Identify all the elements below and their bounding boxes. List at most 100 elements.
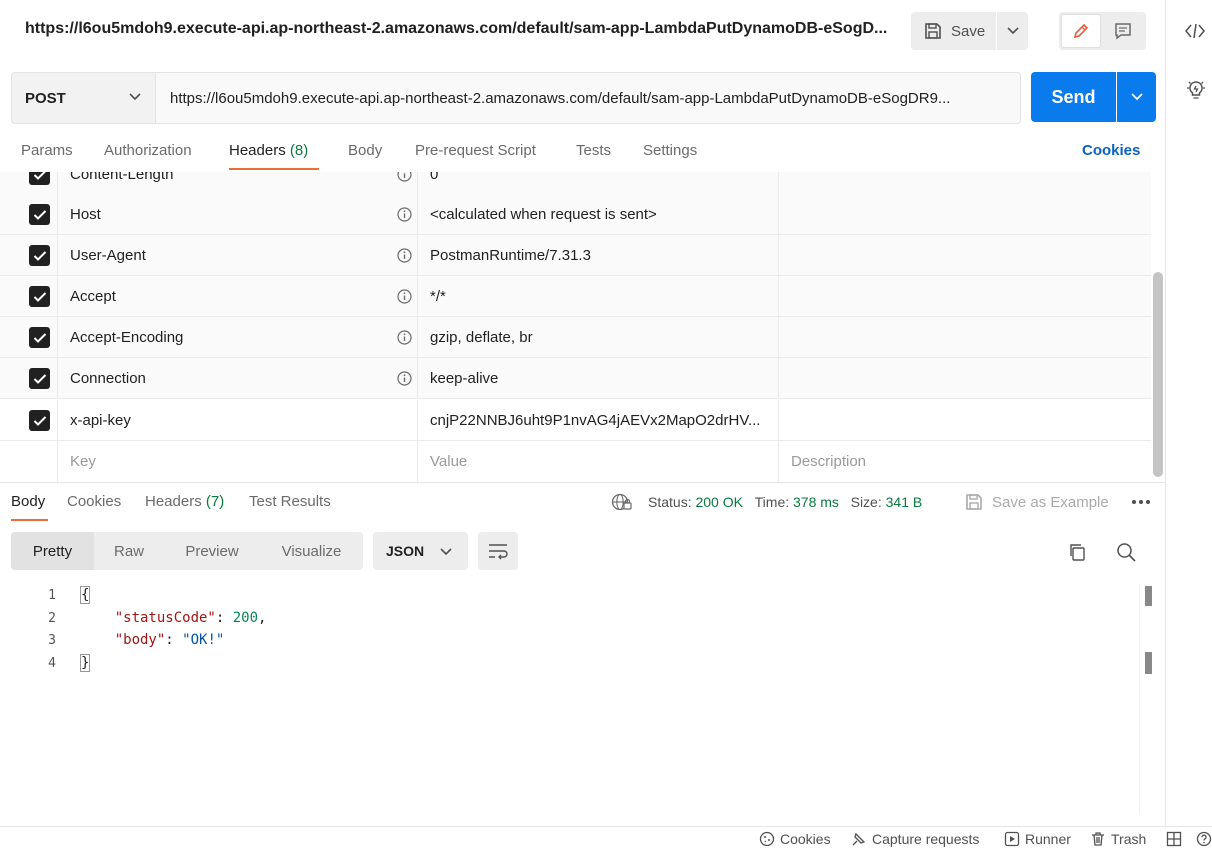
header-value[interactable]: keep-alive [430, 370, 775, 387]
header-enabled-checkbox[interactable] [29, 204, 50, 225]
header-enabled-checkbox[interactable] [29, 172, 50, 185]
header-key[interactable]: User-Agent [70, 247, 146, 264]
active-response-tab-indicator [11, 519, 48, 521]
capture-requests-button[interactable]: Capture requests [851, 831, 979, 847]
header-key[interactable]: Connection [70, 370, 146, 387]
status-value[interactable]: 200 OK [695, 494, 742, 510]
table-row: Accept */* [0, 276, 1151, 317]
editor-scroll-marker[interactable] [1145, 586, 1152, 606]
header-value[interactable]: cnjP22NNBJ6uht9P1nvAG4jAEVx2MapO2drHV... [430, 412, 775, 429]
check-icon [33, 291, 46, 302]
new-description-input[interactable]: Description [791, 453, 866, 470]
info-icon[interactable] [397, 207, 412, 222]
save-button[interactable]: Save [911, 12, 996, 50]
lightbulb-icon[interactable] [1186, 79, 1206, 101]
tab-pre-request-script[interactable]: Pre-request Script [415, 142, 536, 159]
copy-icon[interactable] [1067, 542, 1087, 562]
header-enabled-checkbox[interactable] [29, 286, 50, 307]
response-tab-headers[interactable]: Headers (7) [145, 493, 224, 510]
tab-tests[interactable]: Tests [576, 142, 611, 159]
capture-requests-label: Capture requests [872, 831, 980, 847]
cookies-link[interactable]: Cookies [1082, 142, 1140, 159]
tab-settings[interactable]: Settings [643, 142, 697, 159]
json-colon: : [215, 610, 233, 626]
header-value[interactable]: 0 [430, 172, 775, 183]
comments-button[interactable] [1101, 14, 1144, 48]
save-as-example-button[interactable]: Save as Example [964, 492, 1109, 512]
wrap-lines-button[interactable] [478, 532, 518, 570]
trash-label: Trash [1111, 831, 1147, 847]
header-value[interactable]: PostmanRuntime/7.31.3 [430, 247, 775, 264]
line-number: 3 [48, 633, 56, 648]
info-icon[interactable] [397, 371, 412, 386]
header-value[interactable]: <calculated when request is sent> [430, 206, 775, 223]
network-globe-icon[interactable] [611, 492, 633, 512]
size-value[interactable]: 341 B [886, 494, 923, 510]
header-value[interactable]: gzip, deflate, br [430, 329, 775, 346]
info-icon[interactable] [397, 330, 412, 345]
header-enabled-checkbox[interactable] [29, 368, 50, 389]
view-pretty-button[interactable]: Pretty [11, 532, 94, 570]
info-icon[interactable] [397, 172, 412, 182]
save-icon [966, 494, 982, 510]
send-dropdown-button[interactable] [1117, 72, 1156, 122]
runner-button[interactable]: Runner [1004, 831, 1071, 847]
save-label: Save [951, 22, 986, 40]
layout-toggle-button[interactable] [1166, 831, 1187, 847]
view-raw-button[interactable]: Raw [94, 532, 164, 570]
send-button[interactable]: Send [1031, 72, 1116, 122]
request-title[interactable]: https://l6ou5mdoh9.execute-api.ap-northe… [25, 20, 895, 38]
header-enabled-checkbox[interactable] [29, 410, 50, 431]
open-brace: { [79, 586, 91, 604]
pane-divider[interactable] [0, 482, 1165, 483]
header-key[interactable]: Content-Length [70, 172, 173, 183]
headers-scrollbar[interactable] [1153, 272, 1163, 477]
editor-scroll-marker[interactable] [1145, 652, 1152, 674]
tab-params[interactable]: Params [21, 142, 73, 159]
edit-mode-button[interactable] [1061, 14, 1101, 48]
new-value-input[interactable]: Value [430, 453, 775, 470]
info-icon[interactable] [397, 248, 412, 263]
view-preview-button[interactable]: Preview [164, 532, 260, 570]
json-number: 200 [232, 610, 259, 626]
more-options-icon[interactable] [1131, 499, 1151, 505]
footer-cookies-button[interactable]: Cookies [759, 831, 831, 847]
table-row: x-api-key cnjP22NNBJ6uht9P1nvAG4jAEVx2Ma… [0, 400, 1151, 441]
code-line-4[interactable]: } [79, 654, 91, 672]
check-icon [33, 209, 46, 220]
chevron-down-icon [440, 548, 452, 556]
response-tab-test-results[interactable]: Test Results [249, 493, 331, 510]
header-value[interactable]: */* [430, 288, 775, 305]
code-snippet-icon[interactable] [1184, 21, 1206, 41]
code-line-1[interactable]: { [79, 586, 91, 604]
format-select[interactable]: JSON [373, 532, 468, 570]
tab-body[interactable]: Body [348, 142, 382, 159]
tab-authorization[interactable]: Authorization [104, 142, 192, 159]
header-enabled-checkbox[interactable] [29, 327, 50, 348]
table-row: Connection keep-alive [0, 358, 1151, 399]
check-icon [33, 373, 46, 384]
code-line-3[interactable]: "body": "OK!" [81, 632, 225, 648]
url-input[interactable]: https://l6ou5mdoh9.execute-api.ap-northe… [155, 72, 1021, 124]
header-key[interactable]: Accept [70, 288, 116, 305]
header-enabled-checkbox[interactable] [29, 245, 50, 266]
search-icon[interactable] [1116, 542, 1136, 562]
method-select[interactable]: POST [11, 72, 156, 124]
new-key-input[interactable]: Key [70, 453, 96, 470]
header-key[interactable]: x-api-key [70, 412, 131, 429]
save-dropdown-button[interactable] [997, 12, 1028, 50]
view-mode-group: Pretty Raw Preview Visualize [11, 532, 363, 570]
time-value[interactable]: 378 ms [793, 494, 839, 510]
help-button[interactable] [1196, 831, 1212, 847]
json-key: "statusCode" [114, 610, 216, 626]
code-line-2[interactable]: "statusCode": 200, [81, 610, 267, 626]
tab-headers[interactable]: Headers (8) [229, 142, 308, 159]
header-key[interactable]: Accept-Encoding [70, 329, 183, 346]
response-tab-body[interactable]: Body [11, 493, 45, 510]
response-tab-cookies[interactable]: Cookies [67, 493, 121, 510]
trash-button[interactable]: Trash [1090, 831, 1146, 847]
header-key[interactable]: Host [70, 206, 101, 223]
runner-icon [1004, 831, 1020, 847]
info-icon[interactable] [397, 289, 412, 304]
view-visualize-button[interactable]: Visualize [260, 532, 363, 570]
